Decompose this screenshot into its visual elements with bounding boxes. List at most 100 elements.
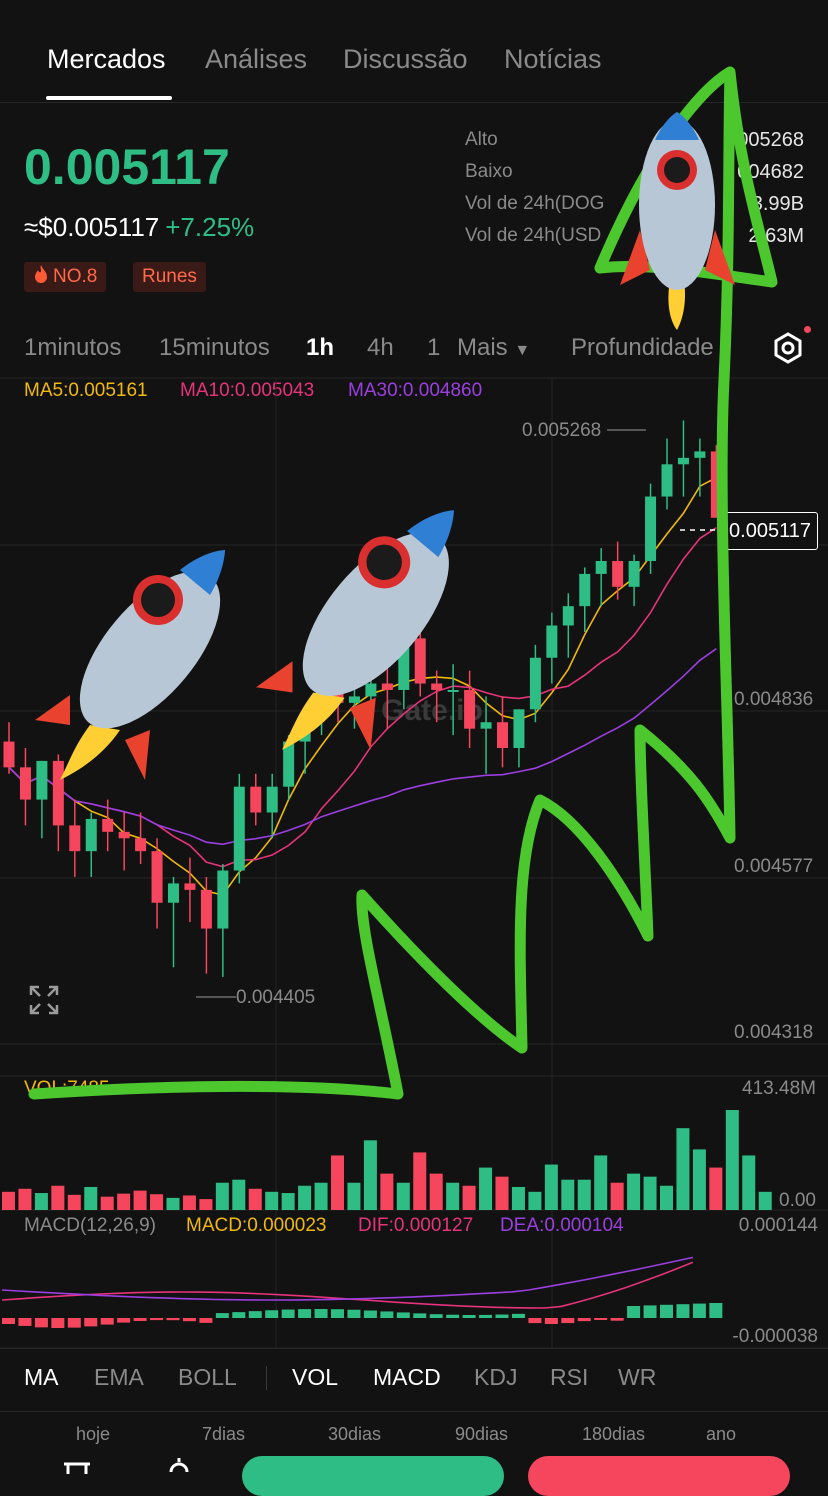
volume-bar — [495, 1176, 509, 1210]
macd-bar — [627, 1306, 641, 1318]
volume-bar — [594, 1155, 608, 1210]
volume-axis-max: 413.48M — [742, 1078, 816, 1099]
volume-bar — [742, 1155, 756, 1210]
macd-bar — [265, 1310, 279, 1318]
indicator-kdj[interactable]: KDJ — [474, 1364, 517, 1391]
candle-body — [200, 889, 212, 929]
volume-bar — [67, 1194, 81, 1210]
macd-axis-max: 0.000144 — [738, 1215, 818, 1236]
macd-legend-name: MACD(12,26,9) — [24, 1215, 156, 1236]
candle-body — [677, 457, 689, 465]
price-axis-label: 0.004318 — [734, 1022, 814, 1043]
period-today[interactable]: hoje — [76, 1424, 110, 1445]
volume-bar — [511, 1186, 525, 1210]
indicator-ema[interactable]: EMA — [94, 1364, 144, 1391]
sell-button[interactable] — [528, 1456, 790, 1496]
alert-icon[interactable] — [164, 1458, 194, 1482]
macd-bar — [528, 1318, 542, 1324]
volume-bar — [232, 1179, 246, 1210]
volume-bar — [462, 1185, 476, 1210]
macd-bar — [67, 1318, 81, 1328]
indicator-ma[interactable]: MA — [24, 1364, 59, 1391]
macd-bar — [314, 1309, 328, 1318]
macd-bar — [331, 1309, 344, 1318]
volume-bar — [363, 1140, 377, 1210]
macd-bar — [117, 1318, 131, 1323]
volume-bar — [150, 1194, 164, 1210]
volume-bar — [133, 1190, 147, 1210]
candle-body — [151, 851, 163, 903]
indicator-rsi[interactable]: RSI — [550, 1364, 588, 1391]
high-marker-label: 0.005268 — [522, 420, 602, 441]
macd-bar — [84, 1318, 98, 1327]
volume-bar — [676, 1128, 690, 1210]
macd-bar — [462, 1314, 476, 1318]
candle-body — [85, 818, 97, 852]
volume-bar — [610, 1182, 624, 1210]
volume-bar — [429, 1173, 443, 1210]
volume-bar — [528, 1191, 542, 1210]
candle-body — [233, 786, 245, 871]
macd-bar — [100, 1318, 114, 1325]
macd-bar — [413, 1313, 427, 1318]
rocket-icon — [250, 505, 460, 760]
fullscreen-button[interactable] — [28, 984, 60, 1021]
volume-bar — [265, 1191, 279, 1210]
macd-bar — [133, 1318, 147, 1321]
candle-body — [480, 722, 492, 729]
buy-button[interactable] — [242, 1456, 504, 1496]
macd-bar — [150, 1318, 164, 1321]
price-axis-label: 0.004836 — [734, 689, 814, 710]
candle-body — [562, 606, 574, 626]
volume-bar — [84, 1186, 98, 1210]
candle-body — [661, 464, 673, 497]
volume-bar — [298, 1185, 312, 1210]
macd-bar — [692, 1303, 706, 1318]
candle-body — [628, 561, 640, 587]
indicator-wr[interactable]: WR — [618, 1364, 656, 1391]
macd-bar — [479, 1314, 493, 1318]
period-180d[interactable]: 180dias — [582, 1424, 645, 1445]
macd-bar — [610, 1318, 624, 1321]
volume-bar — [314, 1182, 328, 1210]
volume-bar — [643, 1176, 657, 1210]
macd-bar — [446, 1314, 460, 1318]
rocket-icon — [30, 545, 230, 790]
macd-bar — [363, 1310, 377, 1318]
macd-bar — [182, 1318, 196, 1322]
current-price-tag[interactable]: 0.005117 — [722, 512, 818, 550]
indicator-macd[interactable]: MACD — [373, 1364, 441, 1391]
volume-bar — [380, 1173, 394, 1210]
volume-bar — [281, 1193, 295, 1210]
macd-bar — [51, 1318, 65, 1328]
dif-line — [1, 1261, 694, 1309]
macd-bar — [34, 1318, 48, 1328]
candle-body — [513, 709, 525, 749]
macd-bar — [544, 1318, 558, 1324]
period-7d[interactable]: 7dias — [202, 1424, 245, 1445]
candle-body — [217, 870, 229, 929]
macd-axis-min: -0.000038 — [732, 1326, 818, 1347]
indicator-vol[interactable]: VOL — [292, 1364, 338, 1391]
macd-bar — [347, 1309, 361, 1318]
macd-bar — [215, 1313, 229, 1318]
volume-bar — [215, 1182, 229, 1210]
macd-bar — [577, 1318, 591, 1322]
dea-legend-value: DEA:0.000104 — [500, 1215, 624, 1236]
macd-bar — [248, 1311, 262, 1318]
period-90d[interactable]: 90dias — [455, 1424, 508, 1445]
macd-bar — [594, 1318, 608, 1321]
period-30d[interactable]: 30dias — [328, 1424, 381, 1445]
macd-bar — [643, 1305, 657, 1318]
indicator-boll[interactable]: BOLL — [178, 1364, 237, 1391]
macd-bar — [281, 1309, 295, 1318]
macd-bar — [676, 1304, 690, 1318]
macd-bar — [2, 1318, 15, 1324]
market-icon[interactable] — [62, 1460, 92, 1479]
candle-body — [266, 786, 278, 813]
candle-body — [69, 825, 81, 852]
volume-bar — [561, 1179, 575, 1210]
volume-bar — [413, 1152, 427, 1210]
period-1y[interactable]: ano — [706, 1424, 736, 1445]
low-marker-label: 0.004405 — [236, 987, 316, 1008]
